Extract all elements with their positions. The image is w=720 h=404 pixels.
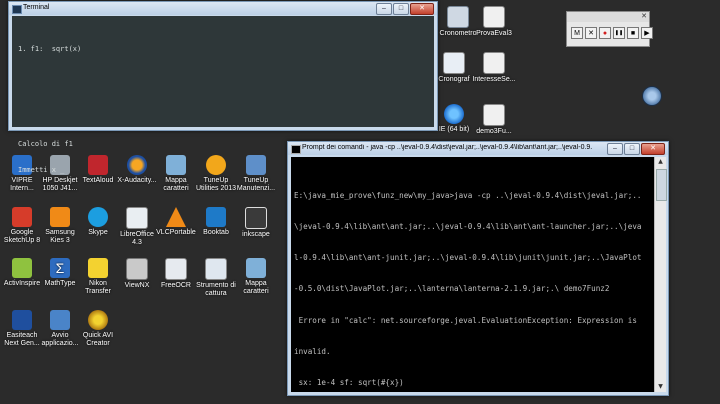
recorder-buttons: M ✕ ● ❚❚ ■ ▶ [571, 27, 653, 39]
desktop-icon-label: Quick AVI Creator [82, 332, 114, 347]
close-button[interactable]: ✕ [410, 3, 434, 15]
booktab-icon [206, 207, 226, 227]
desktop-icon-label: demo3Fu... [476, 128, 512, 135]
desktop-icon-demo3fu[interactable]: demo3Fu... [472, 104, 516, 136]
samsung-kies-icon [50, 207, 70, 227]
window-controls: – □ ✕ [376, 3, 434, 15]
desktop-icon-inkscape[interactable]: inkscape [234, 207, 278, 239]
scroll-down-arrow-icon[interactable]: ▼ [655, 382, 666, 392]
internet-explorer-icon [444, 104, 464, 124]
cmd-titlebar[interactable]: Prompt dei comandi - java -cp ..\jeval-0… [288, 142, 668, 155]
snipping-tool-icon [205, 258, 227, 280]
scroll-up-arrow-icon[interactable]: ▲ [655, 157, 666, 167]
desktop-icon-label: Strumento di cattura [196, 282, 236, 297]
desktop-icon-label: ViewNX [124, 282, 150, 289]
recorder-menu-button[interactable]: M [571, 27, 583, 39]
desktop-icon-libreoffice[interactable]: LibreOffice 4.3 [115, 207, 159, 247]
desktop-icon-quickavi[interactable]: Quick AVI Creator [76, 310, 120, 348]
close-button[interactable]: ✕ [641, 143, 665, 155]
recorder-stop-button[interactable]: ■ [627, 27, 639, 39]
cmd-app-icon [291, 145, 301, 154]
terminal-window[interactable]: Terminal – □ ✕ 1. f1: sqrt(x) Calcolo di… [8, 1, 438, 174]
desktop-icon-label: Nikon Transfer [85, 280, 111, 295]
cmd-line: l-0.9.4\lib\ant\ant-junit.jar;..\jeval-0… [294, 253, 642, 263]
close-icon[interactable]: ✕ [641, 12, 647, 20]
activinspire-icon [12, 258, 32, 278]
cmd-window[interactable]: Prompt dei comandi - java -cp ..\jeval-0… [287, 141, 669, 396]
desktop-icon-strumento[interactable]: Strumento di cattura [194, 258, 238, 298]
viewnx-icon [126, 258, 148, 280]
desktop-icon-label: InteresseSe... [472, 76, 516, 83]
easiteach-icon [12, 310, 32, 330]
desktop-icon-label: IE (64 bit) [438, 126, 470, 133]
desktop-icon-freeocr[interactable]: FreeOCR [154, 258, 198, 290]
document-icon [483, 52, 505, 74]
stopwatch-icon [447, 6, 469, 28]
maximize-button[interactable]: □ [624, 143, 640, 155]
terminal-app-icon [12, 5, 22, 14]
inkscape-icon [245, 207, 267, 229]
window-controls: – □ ✕ [607, 143, 665, 155]
cmd-console[interactable]: E:\java_mie_prove\funz_new\my_java>java … [291, 157, 655, 392]
document-icon [483, 104, 505, 126]
minimize-button[interactable]: – [376, 3, 392, 15]
cmd-line: E:\java_mie_prove\funz_new\my_java>java … [294, 190, 642, 200]
desktop-icon-label: ProvaEval3 [476, 30, 512, 37]
desktop-icon-skype[interactable]: Skype [76, 207, 120, 237]
desktop-icon-label: inkscape [242, 231, 270, 238]
recorder-pause-button[interactable]: ❚❚ [613, 27, 625, 39]
maximize-button[interactable]: □ [393, 3, 409, 15]
terminal-console[interactable]: 1. f1: sqrt(x) Calcolo di f1 Immetti x _ [12, 16, 434, 174]
vlc-cone-icon [166, 207, 186, 227]
desktop-icon-booktab[interactable]: Booktab [194, 207, 238, 237]
terminal-title: Terminal [23, 4, 50, 11]
desktop-icon-provaeval3[interactable]: ProvaEval3 [472, 6, 516, 38]
desktop-icon-label: Skype [88, 229, 108, 236]
cmd-scrollbar[interactable]: ▲ ▼ [654, 157, 667, 392]
desktop-icon-label: VLCPortable [156, 229, 196, 236]
desktop-icon-nikon[interactable]: Nikon Transfer [76, 258, 120, 296]
cmd-title: Prompt dei comandi - java -cp ..\jeval-0… [302, 144, 592, 151]
freeocr-icon [165, 258, 187, 280]
launcher-icon [50, 310, 70, 330]
document-icon [443, 52, 465, 74]
recorder-cancel-button[interactable]: ✕ [585, 27, 597, 39]
desktop-icon-ie64[interactable]: IE (64 bit) [432, 104, 476, 134]
desktop-icon-label: LibreOffice 4.3 [120, 231, 154, 246]
sketchup-icon [12, 207, 32, 227]
desktop-icon-mappa2[interactable]: Mappa caratteri [234, 258, 278, 296]
character-map-icon [246, 258, 266, 278]
skype-icon [88, 207, 108, 227]
tray-gadget-icon[interactable] [642, 86, 662, 106]
nikon-transfer-icon [88, 258, 108, 278]
desktop-icon-label: Booktab [203, 229, 229, 236]
cmd-line: -0.5.0\dist\JavaPlot.jar;..\lanterna\lan… [294, 284, 610, 294]
desktop-icon-interessese[interactable]: InteresseSe... [472, 52, 516, 84]
mathtype-sigma-icon: Σ [50, 258, 70, 278]
minimize-button[interactable]: – [607, 143, 623, 155]
cmd-line: Errore in "calc": net.sourceforge.jeval.… [294, 315, 637, 325]
recorder-toolbar: ✕ M ✕ ● ❚❚ ■ ▶ [566, 11, 653, 47]
scroll-thumb[interactable] [656, 169, 667, 201]
desktop-icon-cronograf[interactable]: Cronograf [432, 52, 476, 84]
cmd-line: invalid. [294, 346, 331, 356]
recorder-titlebar: ✕ [567, 12, 649, 22]
cmd-line: sx: 1e-4 sf: sqrt(#{x}) [294, 378, 404, 388]
desktop-icon-label: Cronograf [438, 76, 470, 83]
recorder-play-button[interactable]: ▶ [641, 27, 653, 39]
libreoffice-icon [126, 207, 148, 229]
document-icon [483, 6, 505, 28]
quick-avi-film-icon [88, 310, 108, 330]
desktop-icon-label: FreeOCR [161, 282, 191, 289]
terminal-titlebar[interactable]: Terminal – □ ✕ [9, 2, 437, 15]
desktop-icon-label: Mappa caratteri [243, 280, 269, 295]
desktop-icon-viewnx[interactable]: ViewNX [115, 258, 159, 290]
desktop-icon-vlc[interactable]: VLCPortable [154, 207, 198, 237]
recorder-record-button[interactable]: ● [599, 27, 611, 39]
cmd-line: \jeval-0.9.4\lib\ant\ant.jar;..\jeval-0.… [294, 222, 642, 232]
terminal-line: 1. f1: sqrt(x) [18, 45, 82, 54]
